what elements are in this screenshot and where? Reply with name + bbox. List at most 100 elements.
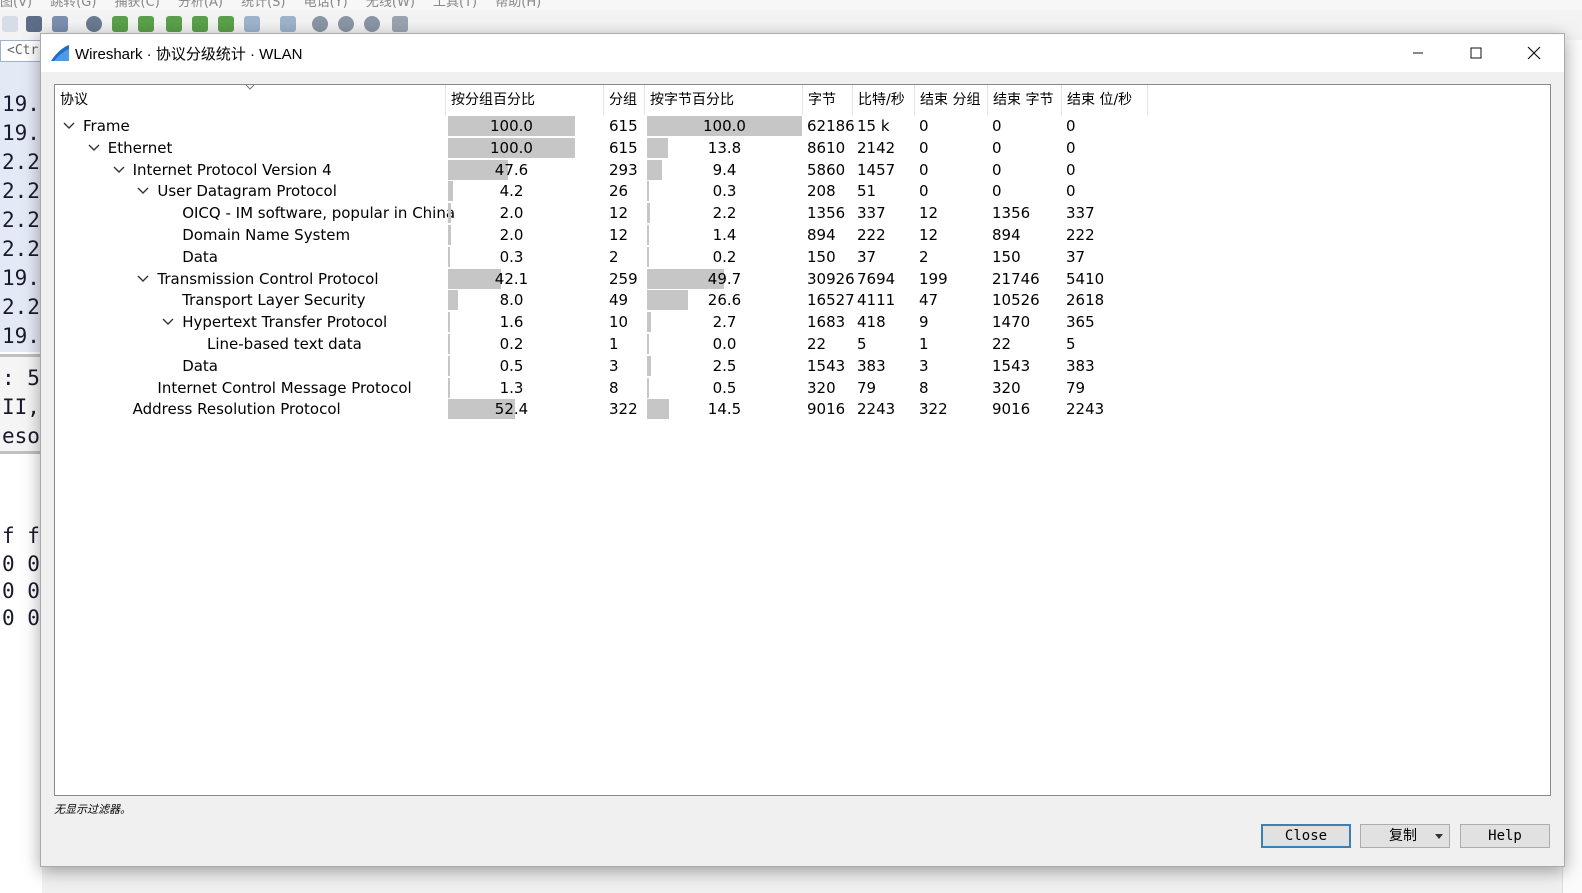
- dialog-title: Wireshark · 协议分级统计 · WLAN: [75, 46, 303, 63]
- main-menubar: 图(V) 跳转(G) 捕获(C) 分析(A) 统计(S) 电话(Y) 无线(W)…: [0, 0, 1582, 10]
- menu-wireless[interactable]: 无线(W): [366, 0, 415, 10]
- maximize-button[interactable]: [1447, 34, 1505, 72]
- close-window-button[interactable]: [1505, 34, 1563, 72]
- expand-chevron-icon[interactable]: [136, 180, 150, 202]
- table-row[interactable]: Line-based text data 0.2 1 0.0 22 5 1 22 5: [55, 333, 1550, 355]
- menu-analyze[interactable]: 分析(A): [178, 0, 223, 10]
- go-forward-icon[interactable]: [138, 16, 154, 32]
- go-to-packet-icon[interactable]: [166, 16, 182, 32]
- zoom-reset-icon[interactable]: [364, 16, 380, 32]
- column-header-pct-bytes[interactable]: 按字节百分比: [645, 85, 803, 115]
- column-header-packets[interactable]: 分组: [604, 85, 645, 115]
- percentage-value: 9.4: [712, 160, 737, 179]
- zoom-in-icon[interactable]: [312, 16, 328, 32]
- menu-go[interactable]: 跳转(G): [50, 0, 96, 10]
- packets-cell: 3: [609, 356, 619, 375]
- pct-bytes-cell: 1.4: [647, 225, 802, 245]
- colorize-icon[interactable]: [280, 16, 296, 32]
- table-row[interactable]: Data 0.5 3 2.5 1543 383 3 1543 383: [55, 355, 1550, 377]
- packets-cell: 26: [609, 182, 629, 201]
- table-row[interactable]: Frame 100.0 615 100.0 62186 15 k 0 0 0: [55, 115, 1550, 137]
- percentage-value: 1.6: [499, 313, 524, 332]
- table-row[interactable]: Transport Layer Security 8.0 49 26.6 16527 41…: [55, 289, 1550, 311]
- column-header-bits-per-sec[interactable]: 比特/秒: [853, 85, 915, 115]
- expand-chevron-icon[interactable]: [87, 137, 101, 159]
- expand-chevron-icon[interactable]: [112, 159, 126, 181]
- percentage-value: 100.0: [490, 138, 533, 157]
- pct-bytes-cell: 9.4: [647, 159, 802, 180]
- percentage-value: 14.5: [707, 400, 742, 419]
- end-bits-per-sec-cell: 2243: [1066, 400, 1105, 419]
- bytes-cell: 30926: [807, 269, 855, 288]
- file-icon[interactable]: [2, 16, 18, 32]
- bits-per-sec-cell: 383: [857, 356, 886, 375]
- column-header-bytes[interactable]: 字节: [803, 85, 853, 115]
- percentage-value: 8.0: [499, 291, 524, 310]
- bytes-cell: 208: [807, 182, 836, 201]
- percentage-value: 0.3: [499, 247, 524, 266]
- table-row[interactable]: Domain Name System 2.0 12 1.4 894 222 12 894 222: [55, 224, 1550, 246]
- table-row[interactable]: Internet Protocol Version 4 47.6 293 9.4 586…: [55, 159, 1550, 181]
- percentage-value: 47.6: [494, 160, 529, 179]
- pct-packets-cell: 0.3: [448, 246, 575, 267]
- zoom-out-icon[interactable]: [338, 16, 354, 32]
- percentage-value: 0.2: [499, 335, 524, 353]
- help-button[interactable]: Help: [1460, 824, 1550, 848]
- menu-tools[interactable]: 工具(T): [433, 0, 477, 10]
- reload-icon[interactable]: [52, 16, 68, 32]
- resize-columns-icon[interactable]: [392, 16, 408, 32]
- protocol-name: Transport Layer Security: [182, 291, 366, 310]
- pct-packets-cell: 8.0: [448, 290, 575, 311]
- find-icon[interactable]: [86, 16, 102, 32]
- menu-capture[interactable]: 捕获(C): [115, 0, 160, 10]
- table-row[interactable]: User Datagram Protocol 4.2 26 0.3 208 51 0 0 0: [55, 180, 1550, 202]
- table-row[interactable]: Ethernet 100.0 615 13.8 8610 2142 0 0 0: [55, 137, 1550, 159]
- dropdown-arrow-icon[interactable]: [1435, 834, 1443, 839]
- wireshark-fin-icon: [51, 45, 69, 61]
- minimize-button[interactable]: [1389, 34, 1447, 72]
- table-row[interactable]: Internet Control Message Protocol 1.3 8 0.5…: [55, 377, 1550, 399]
- first-packet-icon[interactable]: [192, 16, 208, 32]
- expand-chevron-icon[interactable]: [62, 115, 76, 137]
- bytes-cell: 16527: [807, 291, 855, 310]
- packets-cell: 1: [609, 335, 619, 353]
- end-bytes-cell: 320: [992, 378, 1021, 397]
- menu-statistics[interactable]: 统计(S): [241, 0, 285, 10]
- go-back-icon[interactable]: [112, 16, 128, 32]
- table-row[interactable]: Hypertext Transfer Protocol 1.6 10 2.7 1683 4…: [55, 311, 1550, 333]
- column-header-protocol[interactable]: 协议: [55, 85, 446, 115]
- end-bits-per-sec-cell: 383: [1066, 356, 1095, 375]
- protocol-hierarchy-dialog: Wireshark · 协议分级统计 · WLAN 协议 按分组百分比 分组 按…: [40, 33, 1565, 867]
- column-header-pct-packets[interactable]: 按分组百分比: [446, 85, 604, 115]
- autoscroll-icon[interactable]: [244, 16, 260, 32]
- table-row[interactable]: Address Resolution Protocol 52.4 322 14.5 90…: [55, 398, 1550, 420]
- end-bytes-cell: 21746: [992, 269, 1040, 288]
- end-packets-cell: 0: [919, 160, 929, 179]
- dialog-titlebar[interactable]: Wireshark · 协议分级统计 · WLAN: [41, 34, 1564, 72]
- copy-button-label: 复制: [1389, 828, 1417, 844]
- table-row[interactable]: OICQ - IM software, popular in China 2.0 1…: [55, 202, 1550, 224]
- expand-chevron-icon[interactable]: [136, 268, 150, 290]
- table-row[interactable]: Transmission Control Protocol 42.1 259 49.7…: [55, 268, 1550, 290]
- last-packet-icon[interactable]: [218, 16, 234, 32]
- close-file-icon[interactable]: [26, 16, 42, 32]
- column-header-end-bytes[interactable]: 结束 字节: [988, 85, 1062, 115]
- copy-button[interactable]: 复制: [1360, 824, 1450, 848]
- end-bits-per-sec-cell: 0: [1066, 160, 1076, 179]
- end-bits-per-sec-cell: 5410: [1066, 269, 1105, 288]
- close-button[interactable]: Close: [1261, 824, 1351, 848]
- protocol-tree-table[interactable]: 协议 按分组百分比 分组 按字节百分比 字节 比特/秒 结束 分组 结束 字节 …: [54, 84, 1551, 796]
- menu-view[interactable]: 图(V): [0, 0, 32, 10]
- expand-chevron-icon[interactable]: [161, 311, 175, 333]
- packet-bytes-fragment: 0 00: [2, 579, 42, 603]
- menu-telephony[interactable]: 电话(Y): [304, 0, 348, 10]
- pane-splitter[interactable]: [0, 451, 42, 454]
- column-header-end-packets[interactable]: 结束 分组: [915, 85, 988, 115]
- packets-cell: 10: [609, 313, 629, 332]
- pct-packets-cell: 100.0: [448, 137, 575, 158]
- percentage-value: 13.8: [707, 138, 742, 157]
- table-row[interactable]: Data 0.3 2 0.2 150 37 2 150 37: [55, 246, 1550, 268]
- menu-help[interactable]: 帮助(H): [495, 0, 541, 10]
- bytes-cell: 894: [807, 226, 836, 244]
- column-header-end-bits-per-sec[interactable]: 结束 位/秒: [1062, 85, 1148, 115]
